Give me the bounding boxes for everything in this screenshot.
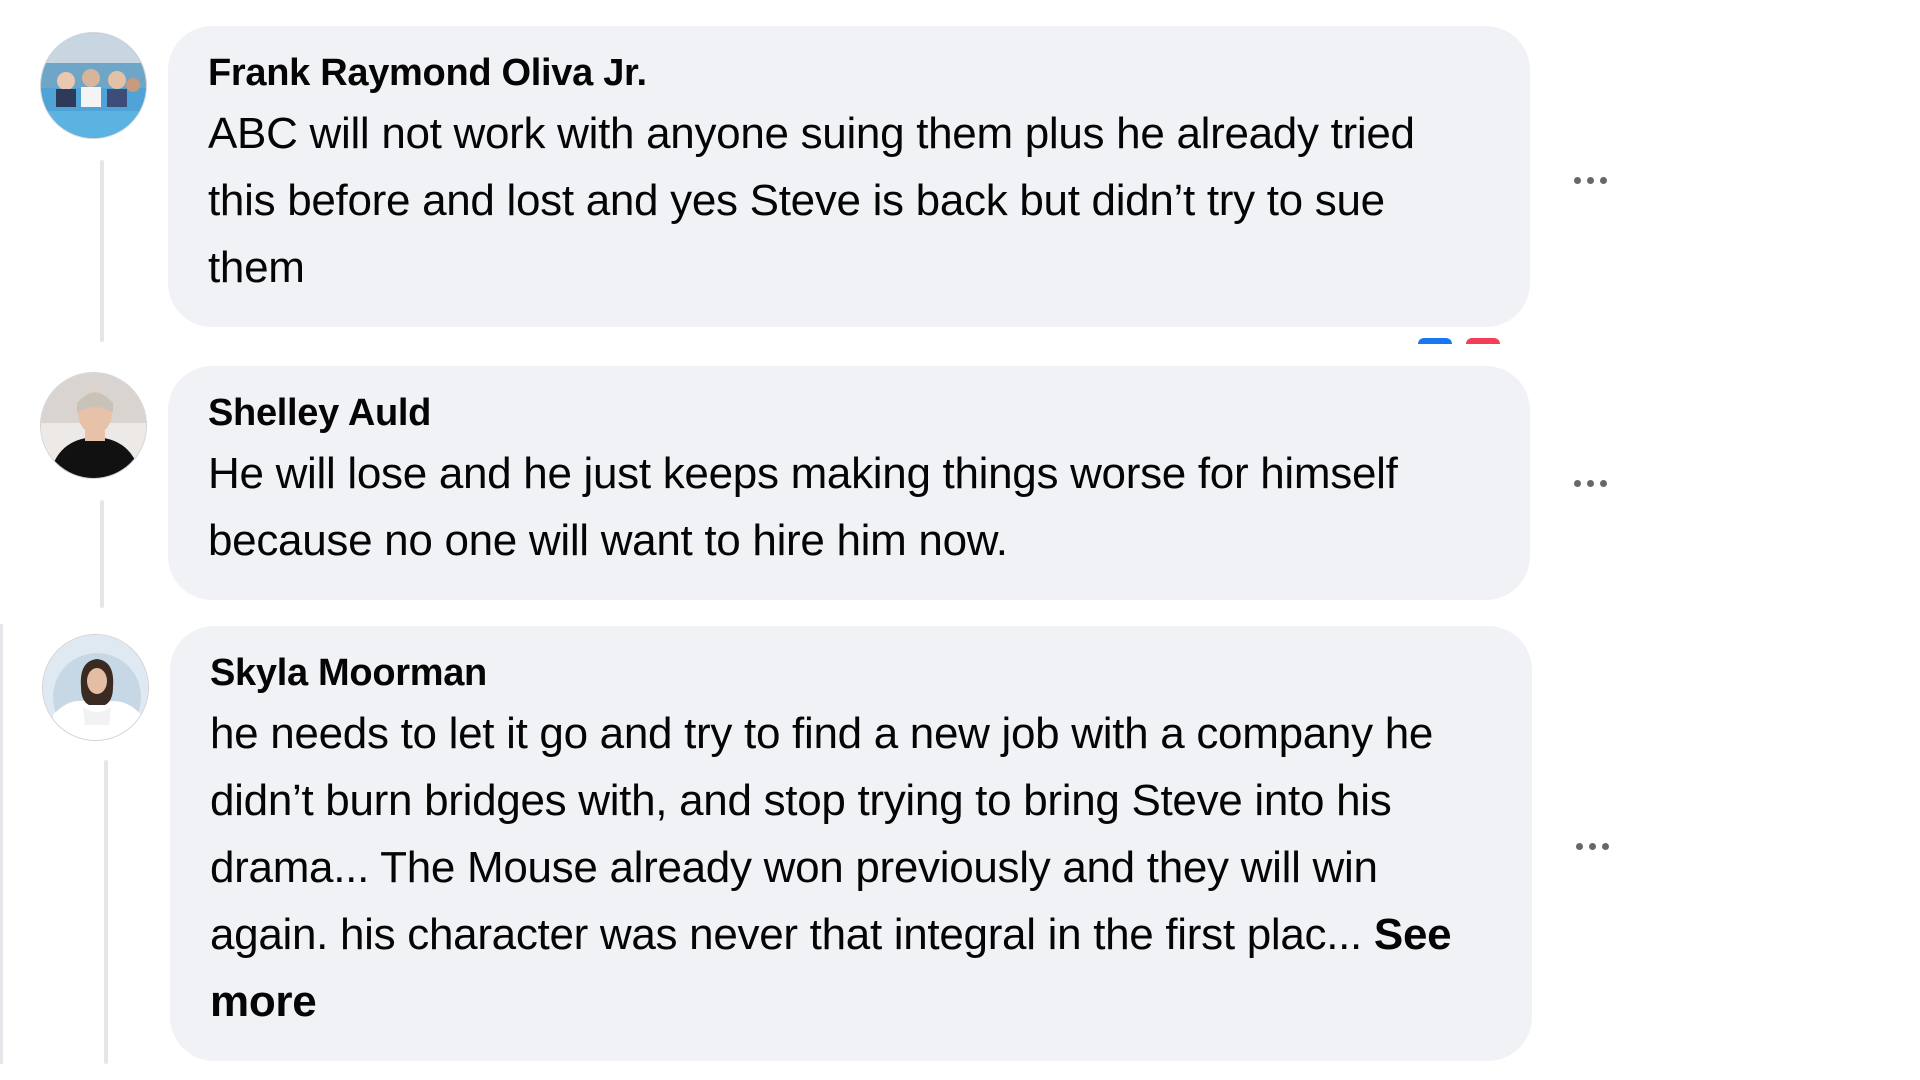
comment-bubble: Shelley Auld He will lose and he just ke… [168, 366, 1530, 600]
more-horizontal-icon-dot [1601, 842, 1609, 850]
avatar-image [41, 373, 146, 478]
like-reaction-icon[interactable] [1418, 338, 1452, 344]
more-horizontal-icon-dot [1599, 479, 1607, 487]
comment-text-body: he needs to let it go and try to find a … [210, 709, 1434, 959]
comment-text: ABC will not work with anyone suing them… [208, 109, 1415, 292]
more-horizontal-icon [1575, 842, 1583, 850]
more-horizontal-icon [1573, 176, 1581, 184]
more-horizontal-icon-dot [1599, 176, 1607, 184]
comment-text: he needs to let it go and try to find a … [210, 700, 1492, 1035]
more-options-button[interactable] [1560, 463, 1620, 503]
comment-author[interactable]: Frank Raymond Oliva Jr. [208, 50, 1490, 96]
thread-connector-line [100, 160, 104, 342]
avatar-image [43, 635, 148, 740]
more-horizontal-icon-dot [1586, 479, 1594, 487]
avatar[interactable] [42, 634, 149, 741]
comments-panel: Frank Raymond Oliva Jr. ABC will not wor… [0, 0, 1920, 1080]
more-horizontal-icon [1573, 479, 1581, 487]
comment-author[interactable]: Skyla Moorman [210, 650, 1492, 696]
avatar[interactable] [40, 372, 147, 479]
avatar-image [41, 33, 146, 138]
more-horizontal-icon-dot [1586, 176, 1594, 184]
love-reaction-icon[interactable] [1466, 338, 1500, 344]
thread-connector-line [100, 500, 104, 608]
comment-bubble: Skyla Moorman he needs to let it go and … [170, 626, 1532, 1061]
comment-author[interactable]: Shelley Auld [208, 390, 1490, 436]
avatar[interactable] [40, 32, 147, 139]
more-horizontal-icon-dot [1588, 842, 1596, 850]
comment-bubble: Frank Raymond Oliva Jr. ABC will not wor… [168, 26, 1530, 327]
more-options-button[interactable] [1560, 160, 1620, 200]
thread-connector-line [104, 760, 108, 1064]
reply-thread-line [0, 624, 3, 1064]
comment-text: He will lose and he just keeps making th… [208, 449, 1398, 565]
more-options-button[interactable] [1562, 826, 1622, 866]
